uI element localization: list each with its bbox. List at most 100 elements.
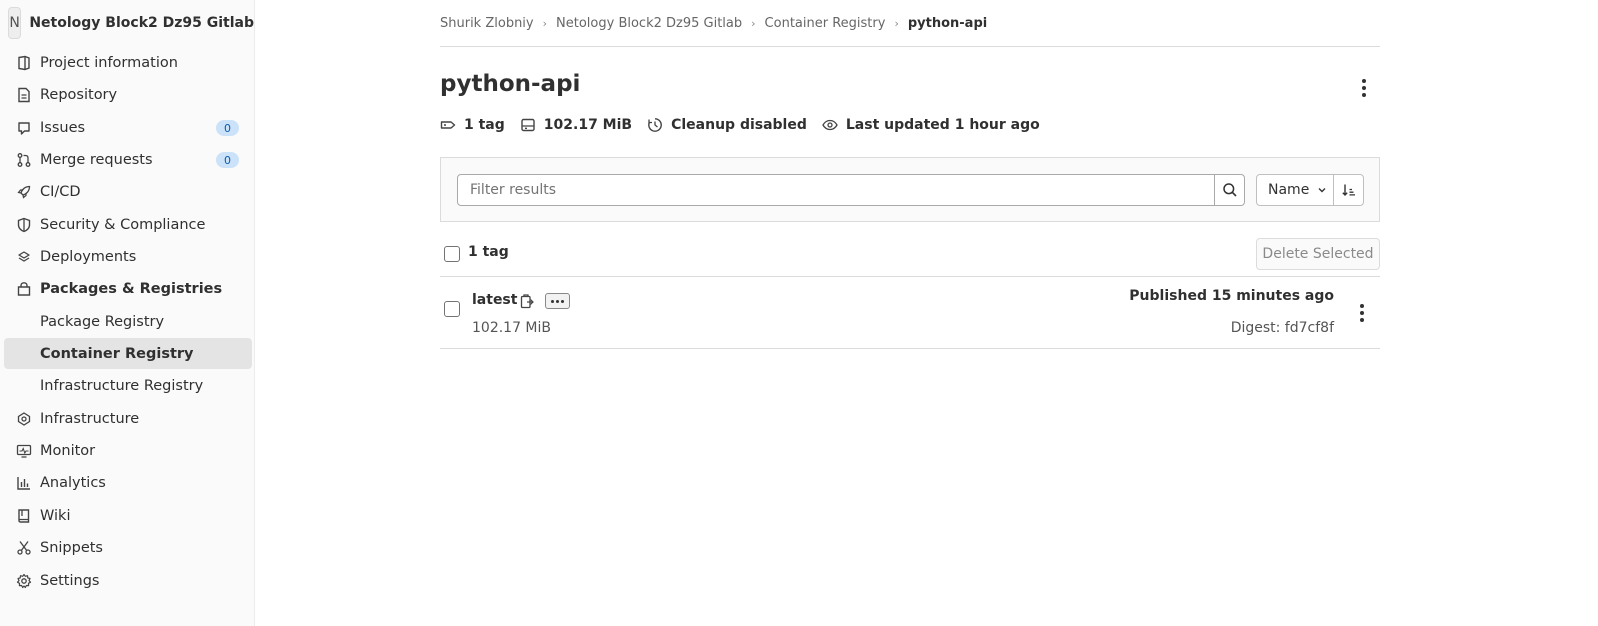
title-row: python-api <box>440 47 1380 107</box>
document-icon <box>16 87 32 103</box>
breadcrumb-chevron-icon: › <box>751 16 756 30</box>
tag-count-text: 1 tag <box>464 117 505 133</box>
tag-count-meta: 1 tag <box>440 117 505 133</box>
filter-input[interactable] <box>457 174 1215 206</box>
sidebar: N Netology Block2 Dz95 Gitlab Project in… <box>0 0 255 626</box>
cleanup-meta: Cleanup disabled <box>647 117 807 133</box>
sidebar-item-label: Issues <box>40 119 86 136</box>
delete-selected-button[interactable]: Delete Selected <box>1256 238 1380 270</box>
sidebar-item-label: Monitor <box>40 442 96 459</box>
tag-icon <box>440 117 456 133</box>
sidebar-subitem-container-registry[interactable]: Container Registry <box>4 338 252 369</box>
tag-name: latest <box>472 292 518 308</box>
sidebar-item-label: Repository <box>40 86 118 103</box>
sidebar-item-label: Project information <box>40 54 178 71</box>
sidebar-item-label: Infrastructure <box>40 410 140 427</box>
tag-size: 102.17 MiB <box>472 320 552 336</box>
issues-count-badge: 0 <box>216 120 239 136</box>
select-all-checkbox[interactable] <box>444 246 460 262</box>
sidebar-item-infrastructure[interactable]: Infrastructure <box>4 403 252 434</box>
breadcrumb: Shurik Zlobniy › Netology Block2 Dz95 Gi… <box>440 0 1380 47</box>
breadcrumb-item-container-registry[interactable]: Container Registry <box>765 16 886 31</box>
sidebar-item-merge-requests[interactable]: Merge requests 0 <box>4 144 252 175</box>
sort-label: Name <box>1268 182 1310 198</box>
rocket-icon <box>16 184 32 200</box>
filter-bar: Name <box>440 157 1380 222</box>
tag-digest: Digest: fd7cf8f <box>1230 320 1334 336</box>
scissors-icon <box>16 540 32 556</box>
breadcrumb-chevron-icon: › <box>542 16 548 30</box>
sidebar-item-snippets[interactable]: Snippets <box>4 532 252 563</box>
tag-published-time: Published 15 minutes ago <box>1129 288 1334 304</box>
sidebar-item-label: Settings <box>40 572 100 589</box>
sidebar-item-analytics[interactable]: Analytics <box>4 467 252 498</box>
package-icon <box>16 281 32 297</box>
sidebar-subitem-infrastructure-registry[interactable]: Infrastructure Registry <box>4 370 252 401</box>
sidebar-item-settings[interactable]: Settings <box>4 565 252 596</box>
sidebar-item-label: Wiki <box>40 507 71 524</box>
last-updated-meta: Last updated 1 hour ago <box>822 117 1040 133</box>
merge-requests-count-badge: 0 <box>216 152 239 168</box>
tags-list-header: 1 tag Delete Selected <box>440 222 1380 277</box>
info-icon <box>16 55 32 71</box>
breadcrumb-item-current[interactable]: python-api <box>908 16 987 31</box>
sidebar-item-monitor[interactable]: Monitor <box>4 435 252 466</box>
sidebar-item-label: CI/CD <box>40 183 81 200</box>
tag-row: latest 102.17 MiB Published 15 minutes a… <box>440 277 1380 349</box>
book-icon <box>16 508 32 524</box>
sidebar-subitem-label: Container Registry <box>40 345 194 362</box>
cleanup-text: Cleanup disabled <box>671 117 807 133</box>
sidebar-item-label: Analytics <box>40 474 106 491</box>
clock-icon <box>647 117 663 133</box>
sidebar-subitem-label: Infrastructure Registry <box>40 377 204 394</box>
deployments-icon <box>16 249 32 265</box>
monitor-icon <box>16 443 32 459</box>
sidebar-item-label: Security & Compliance <box>40 216 206 233</box>
issues-icon <box>16 120 32 136</box>
sidebar-item-ci-cd[interactable]: CI/CD <box>4 176 252 207</box>
project-name[interactable]: Netology Block2 Dz95 Gitlab <box>29 15 254 31</box>
sort-direction-button[interactable] <box>1333 174 1364 206</box>
breadcrumb-item-user[interactable]: Shurik Zlobniy <box>440 16 534 31</box>
sidebar-item-label: Deployments <box>40 248 137 265</box>
sidebar-item-repository[interactable]: Repository <box>4 79 252 110</box>
sort-dropdown[interactable]: Name <box>1256 174 1334 206</box>
sidebar-item-security-compliance[interactable]: Security & Compliance <box>4 209 252 240</box>
sidebar-item-deployments[interactable]: Deployments <box>4 241 252 272</box>
shield-icon <box>16 217 32 233</box>
ellipsis-icon[interactable] <box>545 293 570 309</box>
tag-actions-kebab-icon[interactable] <box>1354 302 1370 324</box>
sidebar-subitem-label: Package Registry <box>40 313 165 330</box>
search-icon <box>1222 183 1237 197</box>
project-avatar[interactable]: N <box>8 7 22 39</box>
sidebar-item-wiki[interactable]: Wiki <box>4 500 252 531</box>
image-metadata: 1 tag 102.17 MiB Cleanup disabled Last u… <box>440 115 1380 135</box>
sidebar-project-header[interactable]: N Netology Block2 Dz95 Gitlab <box>0 0 254 46</box>
cloud-icon <box>16 411 32 427</box>
copy-icon[interactable] <box>519 293 535 309</box>
breadcrumb-item-project[interactable]: Netology Block2 Dz95 Gitlab <box>556 16 742 31</box>
sidebar-item-packages-registries[interactable]: Packages & Registries <box>4 273 252 304</box>
sidebar-item-label: Packages & Registries <box>40 280 223 297</box>
sidebar-item-project-information[interactable]: Project information <box>4 47 252 78</box>
chevron-down-icon <box>1317 185 1327 195</box>
size-text: 102.17 MiB <box>543 117 633 133</box>
main-content: Shurik Zlobniy › Netology Block2 Dz95 Gi… <box>440 0 1380 349</box>
sidebar-item-issues[interactable]: Issues 0 <box>4 112 252 143</box>
size-meta: 102.17 MiB <box>520 117 632 133</box>
gear-icon <box>16 573 32 589</box>
sidebar-item-label: Snippets <box>40 539 103 556</box>
tags-count-label: 1 tag <box>468 244 509 260</box>
image-actions-kebab-icon[interactable] <box>1356 77 1372 99</box>
chart-icon <box>16 475 32 491</box>
eye-icon <box>822 117 838 133</box>
sort-ascending-icon <box>1341 184 1355 196</box>
search-button[interactable] <box>1214 174 1245 206</box>
disk-icon <box>520 117 536 133</box>
tag-checkbox[interactable] <box>444 301 460 317</box>
sidebar-subitem-package-registry[interactable]: Package Registry <box>4 306 252 337</box>
sidebar-item-label: Merge requests <box>40 151 153 168</box>
last-updated-text: Last updated 1 hour ago <box>845 117 1040 133</box>
breadcrumb-chevron-icon: › <box>894 16 899 30</box>
merge-request-icon <box>16 152 32 168</box>
